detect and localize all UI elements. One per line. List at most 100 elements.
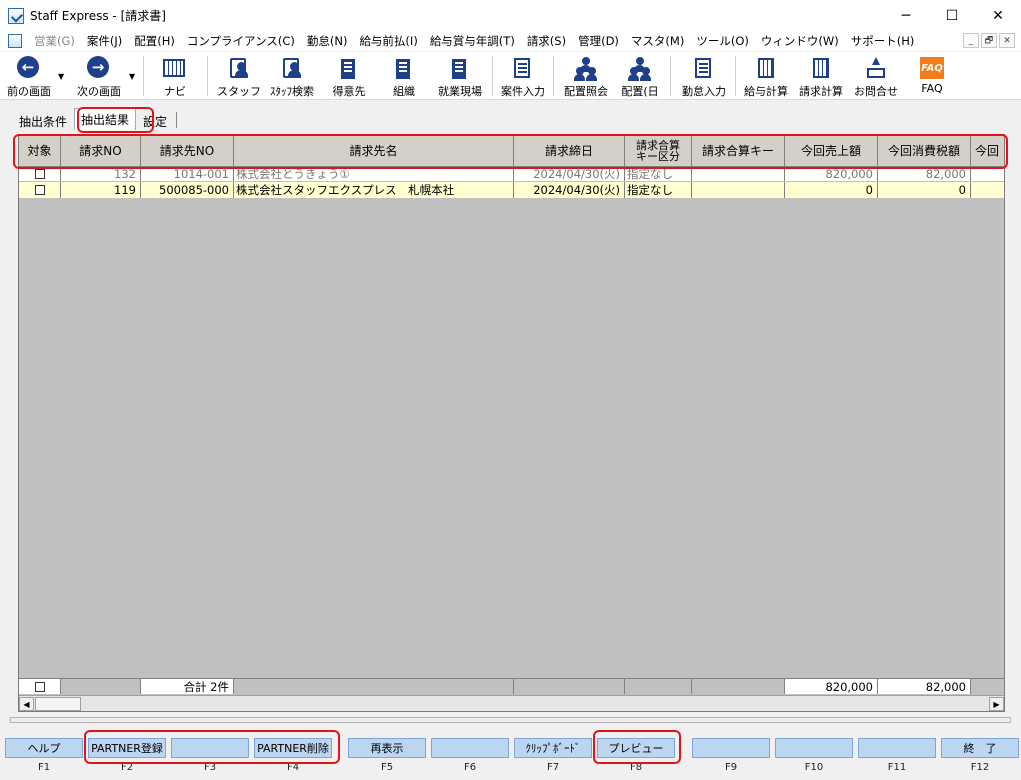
status-strip <box>10 717 1011 723</box>
keyboard-icon <box>163 56 187 80</box>
menu-assign[interactable]: 配置(H) <box>128 33 181 49</box>
faq-button[interactable]: FAQ FAQ <box>911 52 953 100</box>
cell-invoice-no: 119 <box>61 182 141 198</box>
grid-header-row: 対象 請求NO 請求先NO 請求先名 請求締日 請求合算 キー区分 請求合算キー… <box>19 135 1004 167</box>
back-button[interactable]: ← 前の画面 <box>4 52 54 100</box>
building-icon <box>338 56 360 80</box>
f6-button[interactable] <box>431 738 509 758</box>
results-grid: 対象 請求NO 請求先NO 請求先名 請求締日 請求合算 キー区分 請求合算キー… <box>18 134 1005 712</box>
toolbar-separator <box>207 56 208 96</box>
window-controls: ─ ☐ ✕ <box>883 0 1021 31</box>
case-input-icon <box>512 56 534 80</box>
f2-partner-register-button[interactable]: PARTNER登録 <box>88 738 166 758</box>
close-button[interactable]: ✕ <box>975 0 1021 31</box>
menu-admin[interactable]: 管理(D) <box>572 33 625 49</box>
forward-dropdown-icon[interactable]: ▼ <box>129 72 135 81</box>
f1-label: F1 <box>37 762 51 773</box>
menu-attendance[interactable]: 勤怠(N) <box>301 33 354 49</box>
toolbar-separator <box>143 56 144 96</box>
menu-billing[interactable]: 請求(S) <box>521 33 572 49</box>
f10-button[interactable] <box>775 738 853 758</box>
f9-button[interactable] <box>692 738 770 758</box>
menu-compliance[interactable]: コンプライアンス(C) <box>181 33 301 49</box>
menu-case[interactable]: 案件(J) <box>81 33 128 49</box>
navi-button[interactable]: ナビ <box>155 52 195 100</box>
column-header-target[interactable]: 対象 <box>19 135 61 167</box>
staff-search-button[interactable]: ｽﾀｯﾌ検索 <box>266 52 318 100</box>
f5-refresh-button[interactable]: 再表示 <box>348 738 426 758</box>
arrow-right-icon: → <box>87 56 111 80</box>
organization-icon <box>393 56 415 80</box>
horizontal-scrollbar[interactable]: ◀ ▶ <box>19 695 1004 711</box>
site-button[interactable]: 就業現場 <box>434 52 486 100</box>
menu-tools[interactable]: ツール(O) <box>690 33 755 49</box>
menu-window[interactable]: ウィンドウ(W) <box>755 33 845 49</box>
total-tax: 82,000 <box>878 678 971 694</box>
column-header-invoice-no[interactable]: 請求NO <box>61 135 141 167</box>
arrow-left-icon: ← <box>17 56 41 80</box>
menu-sales[interactable]: 営業(G) <box>28 33 81 49</box>
column-header-key-type[interactable]: 請求合算 キー区分 <box>625 135 692 167</box>
f3-button[interactable] <box>171 738 249 758</box>
select-all-checkbox[interactable] <box>34 681 45 692</box>
mdi-close-button[interactable]: ✕ <box>999 33 1015 48</box>
billing-button[interactable]: 請求計算 <box>795 52 847 100</box>
table-row[interactable]: 132 1014-001 株式会社とうきょう① 2024/04/30(火) 指定… <box>19 167 1004 181</box>
window-title: Staff Express - [請求書] <box>30 9 166 23</box>
payroll-button[interactable]: 給与計算 <box>740 52 792 100</box>
f7-label: F7 <box>546 762 560 773</box>
column-header-client-name[interactable]: 請求先名 <box>234 135 514 167</box>
minimize-button[interactable]: ─ <box>883 0 929 31</box>
maximize-button[interactable]: ☐ <box>929 0 975 31</box>
column-header-close-date[interactable]: 請求締日 <box>514 135 625 167</box>
f7-clipboard-button[interactable]: ｸﾘｯﾌﾟﾎﾞｰﾄﾞ <box>514 738 592 758</box>
client-button[interactable]: 得意先 <box>328 52 370 100</box>
cell-key-type: 指定なし <box>625 167 692 181</box>
cell-sales: 820,000 <box>785 167 878 181</box>
tab-criteria[interactable]: 抽出条件 <box>12 110 74 130</box>
column-header-client-no[interactable]: 請求先NO <box>141 135 234 167</box>
scrollbar-thumb[interactable] <box>35 697 81 711</box>
assign-query-button[interactable]: 配置照会 <box>560 52 612 100</box>
tab-settings[interactable]: 設定 <box>136 110 174 130</box>
toolbar-separator <box>553 56 554 96</box>
forward-button[interactable]: → 次の画面 <box>72 52 126 100</box>
menu-master[interactable]: マスタ(M) <box>625 33 690 49</box>
f8-preview-button[interactable]: プレビュー <box>597 738 675 758</box>
case-input-button[interactable]: 案件入力 <box>497 52 549 100</box>
staff-button[interactable]: スタッフ <box>217 52 261 100</box>
row-checkbox[interactable] <box>34 169 45 179</box>
contact-button[interactable]: お問合せ <box>850 52 902 100</box>
cell-client-name: 株式会社とうきょう① <box>234 167 514 181</box>
document-icon[interactable] <box>8 34 22 48</box>
column-header-tax[interactable]: 今回消費税額 <box>878 135 971 167</box>
scroll-left-icon[interactable]: ◀ <box>19 697 34 711</box>
f9-label: F9 <box>724 762 738 773</box>
column-header-current[interactable]: 今回 <box>971 135 1004 167</box>
staff-icon <box>228 56 250 80</box>
mdi-restore-button[interactable]: 🗗 <box>981 33 997 48</box>
back-dropdown-icon[interactable]: ▼ <box>58 72 64 81</box>
menu-prepay[interactable]: 給与前払(I) <box>353 33 423 49</box>
org-button[interactable]: 組織 <box>384 52 424 100</box>
f11-button[interactable] <box>858 738 936 758</box>
menu-support[interactable]: サポート(H) <box>845 33 921 49</box>
column-header-sales[interactable]: 今回売上額 <box>785 135 878 167</box>
assign-day-button[interactable]: 配置(日 <box>616 52 664 100</box>
f4-partner-delete-button[interactable]: PARTNER削除 <box>254 738 332 758</box>
mdi-minimize-button[interactable]: _ <box>963 33 979 48</box>
tab-strip: 抽出条件 抽出結果 設定 <box>12 108 179 130</box>
column-header-combine-key[interactable]: 請求合算キー <box>692 135 785 167</box>
tab-results[interactable]: 抽出結果 <box>74 108 137 130</box>
billing-calc-icon <box>810 56 832 80</box>
table-row[interactable]: 119 500085-000 株式会社スタッフエクスプレス 札幌本社 2024/… <box>19 182 1004 198</box>
menu-payroll[interactable]: 給与賞与年調(T) <box>424 33 521 49</box>
f12-exit-button[interactable]: 終 了 <box>941 738 1019 758</box>
title-bar: Staff Express - [請求書] ─ ☐ ✕ <box>0 0 1021 31</box>
scroll-right-icon[interactable]: ▶ <box>989 697 1004 711</box>
attendance-button[interactable]: 勤怠入力 <box>677 52 731 100</box>
f10-label: F10 <box>804 762 824 773</box>
row-checkbox[interactable] <box>34 185 45 195</box>
f1-help-button[interactable]: ヘルプ <box>5 738 83 758</box>
staff-search-icon <box>281 56 303 80</box>
